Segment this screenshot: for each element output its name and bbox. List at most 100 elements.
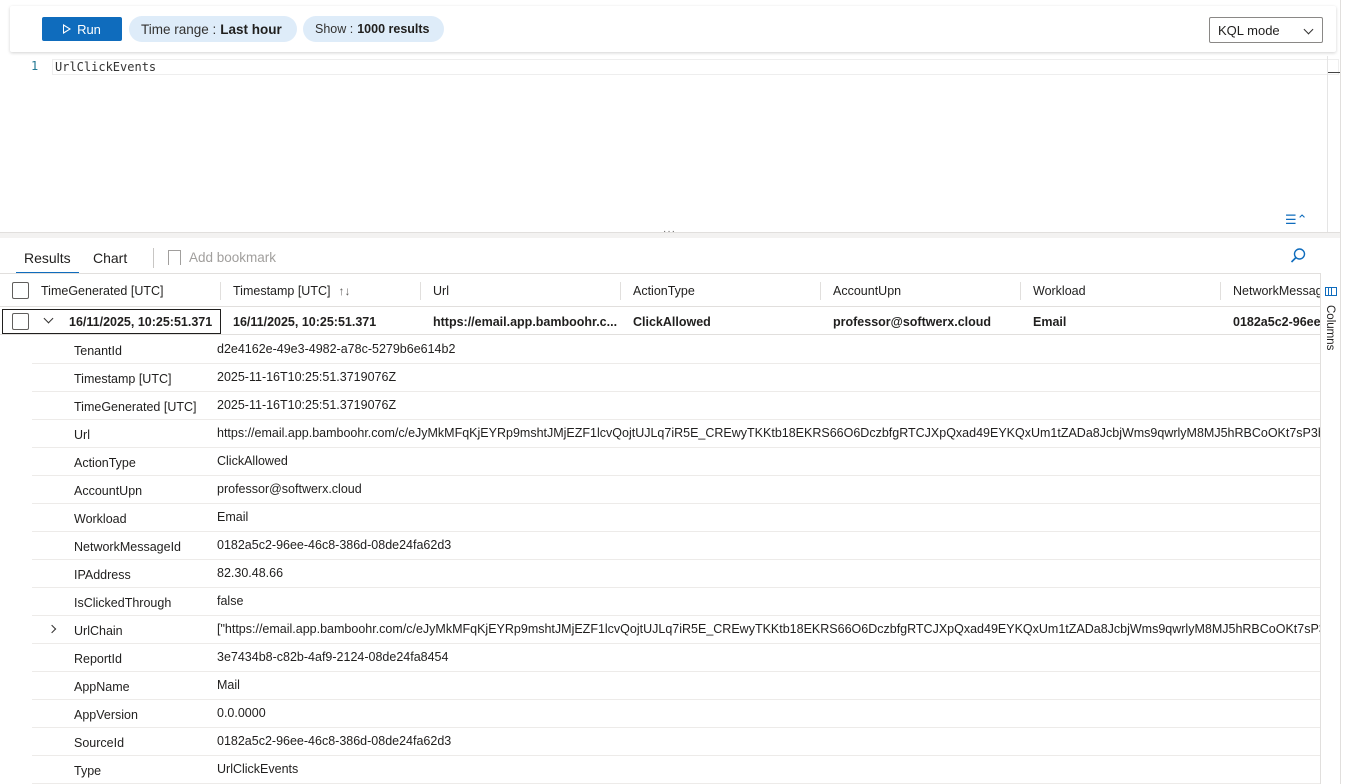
mode-dropdown[interactable]: KQL mode	[1209, 17, 1323, 43]
show-value: 1000 results	[357, 22, 430, 36]
detail-value: ClickAllowed	[217, 454, 288, 468]
query-editor[interactable]: 1 UrlClickEvents	[0, 56, 1341, 232]
column-divider[interactable]	[220, 282, 221, 300]
column-header-timestamp[interactable]: Timestamp [UTC] ↑↓	[233, 284, 350, 298]
column-divider[interactable]	[1020, 282, 1021, 300]
divider	[153, 248, 154, 268]
detail-value: https://email.app.bamboohr.com/c/eJyMkMF…	[217, 426, 1320, 440]
column-header-actiontype[interactable]: ActionType	[633, 284, 695, 298]
detail-row: NetworkMessageId 0182a5c2-96ee-46c8-386d-…	[32, 532, 1320, 560]
column-header-url[interactable]: Url	[433, 284, 449, 298]
search-icon[interactable]	[1289, 247, 1307, 265]
tab-results[interactable]: Results	[16, 250, 79, 274]
detail-value: ["https://email.app.bamboohr.com/c/eJyMk…	[217, 622, 1320, 636]
detail-value: 82.30.48.66	[217, 566, 284, 580]
detail-row: Url https://email.app.bamboohr.com/c/eJyM…	[32, 420, 1320, 448]
line-number: 1	[31, 59, 39, 73]
cell-networkmessageid: 0182a5c2-96ee-4	[1233, 315, 1320, 329]
run-label: Run	[77, 21, 101, 37]
detail-row: ActionType ClickAllowed	[32, 448, 1320, 476]
sort-icon[interactable]: ↑↓	[338, 284, 350, 298]
columns-icon	[1325, 287, 1337, 296]
detail-key: UrlChain	[74, 624, 123, 638]
run-button[interactable]: Run	[42, 17, 122, 41]
detail-key: IsClickedThrough	[74, 596, 172, 610]
cell-workload: Email	[1033, 315, 1067, 329]
column-header-accountupn[interactable]: AccountUpn	[833, 284, 901, 298]
detail-key: Type	[74, 764, 102, 778]
column-divider[interactable]	[820, 282, 821, 300]
detail-row: AppName Mail	[32, 672, 1320, 700]
format-collapse-icon[interactable]: ☰⌃	[1285, 212, 1308, 228]
add-bookmark-button[interactable]: Add bookmark	[168, 250, 276, 265]
results-tabs: Results Chart Add bookmark	[0, 242, 1340, 274]
detail-key: TenantId	[74, 344, 122, 358]
detail-row: Type UrlClickEvents	[32, 756, 1320, 784]
detail-value: 0182a5c2-96ee-46c8-386d-08de24fa62d3	[217, 734, 452, 748]
bookmark-icon	[168, 250, 181, 265]
detail-value: UrlClickEvents	[217, 762, 299, 776]
column-header-workload[interactable]: Workload	[1033, 284, 1086, 298]
select-all-checkbox[interactable]	[12, 282, 29, 299]
column-divider[interactable]	[620, 282, 621, 300]
detail-value: 0182a5c2-96ee-46c8-386d-08de24fa62d3	[217, 538, 452, 552]
detail-key: ReportId	[74, 652, 122, 666]
detail-key: IPAddress	[74, 568, 131, 582]
column-header-networkmessageid[interactable]: NetworkMessag	[1233, 284, 1320, 298]
column-header-timegenerated[interactable]: TimeGenerated [UTC]	[41, 284, 164, 298]
detail-key: AppVersion	[74, 708, 138, 722]
detail-key: NetworkMessageId	[74, 540, 181, 554]
cell-accountupn: professor@softwerx.cloud	[833, 315, 992, 329]
query-text[interactable]: UrlClickEvents	[52, 59, 1339, 75]
time-range-picker[interactable]: Time range : Last hour	[129, 16, 297, 42]
detail-key: AccountUpn	[74, 484, 143, 498]
column-divider[interactable]	[420, 282, 421, 300]
detail-row: AppVersion 0.0.0000	[32, 700, 1320, 728]
tab-chart[interactable]: Chart	[93, 250, 127, 266]
detail-value: d2e4162e-49e3-4982-a78c-5279b6e614b2	[217, 342, 456, 356]
cell-timestamp: 16/11/2025, 10:25:51.371	[233, 315, 377, 329]
detail-row: Workload Email	[32, 504, 1320, 532]
detail-value: false	[217, 594, 244, 608]
detail-row: TimeGenerated [UTC] 2025-11-16T10:25:51.3…	[32, 392, 1320, 420]
editor-scrollbar[interactable]	[1327, 56, 1341, 232]
row-checkbox[interactable]	[12, 313, 29, 330]
detail-row: AccountUpn professor@softwerx.cloud	[32, 476, 1320, 504]
detail-value: 0.0.0000	[217, 706, 266, 720]
columns-panel-toggle[interactable]: Columns	[1320, 273, 1340, 784]
detail-key: Url	[74, 428, 90, 442]
detail-row: IPAddress 82.30.48.66	[32, 560, 1320, 588]
drag-handle-icon[interactable]: ···	[663, 226, 676, 237]
detail-key: ActionType	[74, 456, 136, 470]
detail-key: Timestamp [UTC]	[74, 372, 172, 386]
columns-label: Columns	[1324, 305, 1336, 351]
result-limit-picker[interactable]: Show : 1000 results	[303, 16, 444, 42]
mode-value: KQL mode	[1218, 22, 1280, 38]
column-divider[interactable]	[1220, 282, 1221, 300]
cell-timegenerated: 16/11/2025, 10:25:51.371	[69, 315, 213, 329]
detail-value: 3e7434b8-c82b-4af9-2124-08de24fa8454	[217, 650, 449, 664]
detail-row: TenantId d2e4162e-49e3-4982-a78c-5279b6e6…	[32, 336, 1320, 364]
cell-actiontype: ClickAllowed	[633, 315, 711, 329]
detail-value: Mail	[217, 678, 240, 692]
detail-value: Email	[217, 510, 249, 524]
detail-row: ReportId 3e7434b8-c82b-4af9-2124-08de24fa…	[32, 644, 1320, 672]
cell-url: https://email.app.bamboohr.c...	[433, 315, 618, 329]
time-range-label: Time range :	[141, 21, 217, 37]
bookmark-label: Add bookmark	[189, 250, 277, 265]
play-icon	[63, 24, 72, 34]
detail-row: SourceId 0182a5c2-96ee-46c8-386d-08de24fa…	[32, 728, 1320, 756]
table-row[interactable]: 16/11/2025, 10:25:51.371 16/11/2025, 10:…	[0, 308, 1320, 335]
detail-value: 2025-11-16T10:25:51.3719076Z	[217, 370, 397, 384]
chevron-right-icon[interactable]	[47, 624, 57, 634]
detail-key: TimeGenerated [UTC]	[74, 400, 197, 414]
detail-key: SourceId	[74, 736, 125, 750]
detail-value: professor@softwerx.cloud	[217, 482, 362, 496]
detail-row: Timestamp [UTC] 2025-11-16T10:25:51.37190…	[32, 364, 1320, 392]
chevron-down-icon	[1303, 24, 1314, 35]
detail-row: UrlChain ["https://email.app.bamboohr.com…	[32, 616, 1320, 644]
query-toolbar: Run Time range : Last hour Show : 1000 r…	[10, 6, 1336, 52]
show-label: Show :	[315, 22, 354, 36]
detail-key: AppName	[74, 680, 130, 694]
time-range-value: Last hour	[220, 21, 282, 37]
